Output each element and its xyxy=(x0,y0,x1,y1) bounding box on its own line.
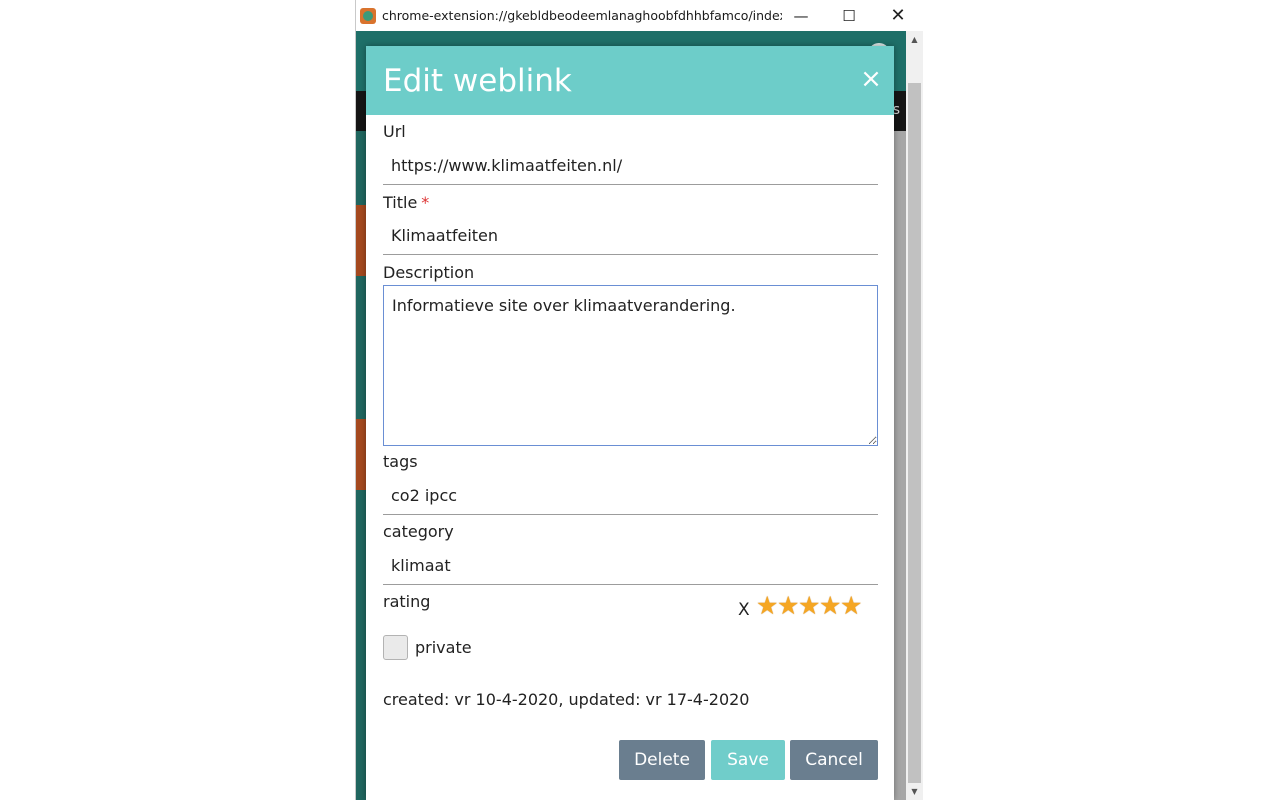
extension-favicon-icon xyxy=(360,7,376,24)
clear-rating-button[interactable]: X xyxy=(738,600,750,620)
close-icon[interactable]: × xyxy=(858,66,884,92)
background-strip xyxy=(356,419,366,490)
star-icon[interactable]: ★ xyxy=(840,593,862,618)
category-field[interactable] xyxy=(383,547,878,585)
close-window-button[interactable]: ✕ xyxy=(874,0,922,31)
title-field[interactable] xyxy=(383,217,878,255)
scroll-down-arrow-icon[interactable]: ▼ xyxy=(906,783,923,800)
scroll-up-arrow-icon[interactable]: ▲ xyxy=(906,31,923,48)
star-icon[interactable]: ★ xyxy=(798,593,820,618)
title-label: Title * xyxy=(383,193,429,212)
url-label: Url xyxy=(383,122,406,141)
maximize-button[interactable]: ☐ xyxy=(825,0,873,31)
rating-label: rating xyxy=(383,592,431,611)
tags-label: tags xyxy=(383,452,418,471)
window-title: chrome-extension://gkebldbeodeemlanaghoo… xyxy=(382,8,782,23)
scroll-thumb[interactable] xyxy=(908,83,921,783)
category-label: category xyxy=(383,522,454,541)
private-checkbox[interactable] xyxy=(383,635,408,660)
description-textarea[interactable]: Informatieve site over klimaatveranderin… xyxy=(383,285,878,446)
rating-stars[interactable]: ★ ★ ★ ★ ★ xyxy=(756,593,862,618)
tags-field[interactable] xyxy=(383,477,878,515)
title-label-text: Title xyxy=(383,193,418,212)
url-field[interactable] xyxy=(383,147,878,185)
edit-weblink-dialog: Edit weblink × Url Title* Description In… xyxy=(366,46,894,800)
background-strip xyxy=(356,205,366,276)
delete-button[interactable]: Delete xyxy=(619,740,705,780)
dialog-title: Edit weblink xyxy=(383,63,572,99)
window-titlebar: chrome-extension://gkebldbeodeemlanaghoo… xyxy=(356,0,923,31)
dialog-header: Edit weblink × xyxy=(366,46,894,115)
vertical-scrollbar[interactable]: ▲ ▼ xyxy=(906,31,923,800)
timestamps-text: created: vr 10-4-2020, updated: vr 17-4-… xyxy=(383,690,750,709)
cancel-button[interactable]: Cancel xyxy=(790,740,878,780)
required-marker: * xyxy=(421,193,430,212)
minimize-button[interactable]: — xyxy=(777,0,825,31)
star-icon[interactable]: ★ xyxy=(756,593,778,618)
save-button[interactable]: Save xyxy=(711,740,785,780)
browser-popup-window: chrome-extension://gkebldbeodeemlanaghoo… xyxy=(355,0,923,800)
description-label: Description xyxy=(383,263,475,282)
star-icon[interactable]: ★ xyxy=(819,593,841,618)
star-icon[interactable]: ★ xyxy=(777,593,799,618)
private-label: private xyxy=(415,638,472,657)
